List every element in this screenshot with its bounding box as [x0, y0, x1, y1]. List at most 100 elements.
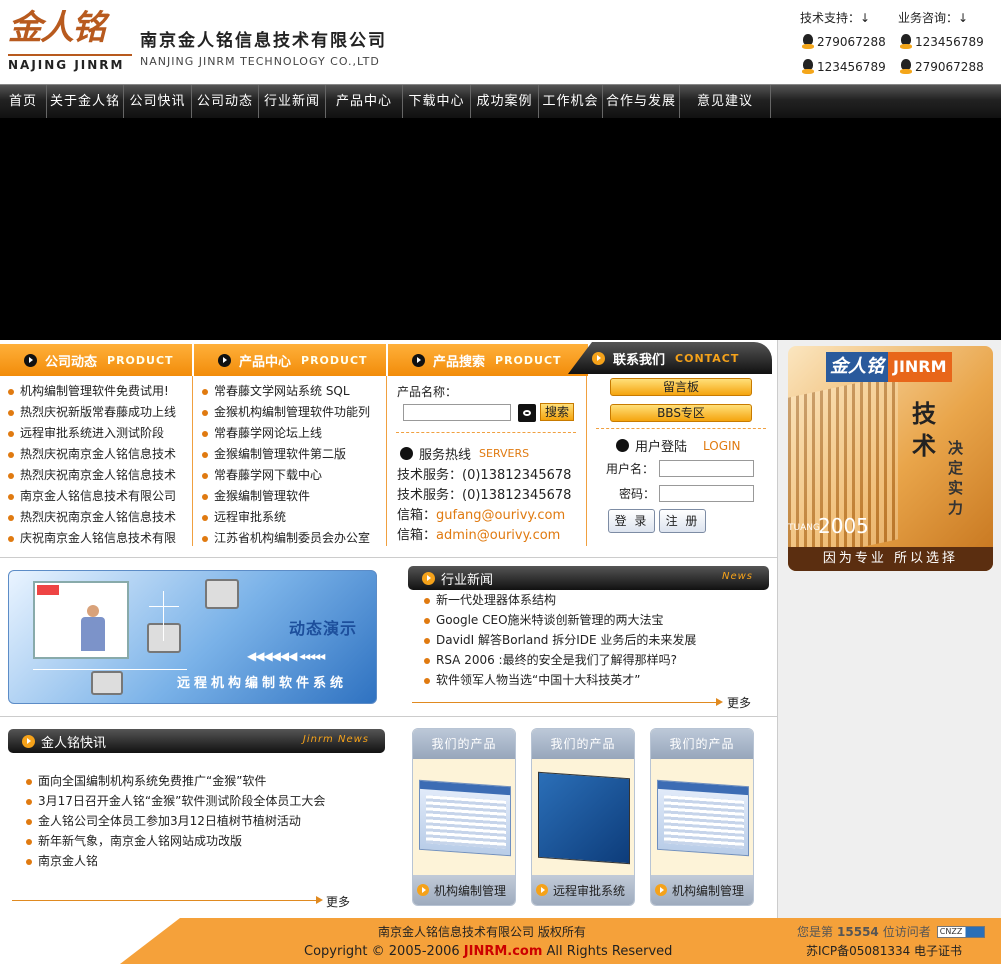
list-item[interactable]: 新年新气象，南京金人铭网站成功改版	[24, 831, 384, 851]
arrow-icon	[400, 447, 413, 460]
tech-support-label: 技术支持：↓	[800, 10, 871, 25]
product-name: 远程审批系统	[553, 883, 626, 898]
list-item[interactable]: 金猴编制管理软件第二版	[200, 444, 386, 465]
list-item[interactable]: Google CEO施米特谈创新管理的两大法宝	[422, 610, 772, 630]
ad-banner[interactable]: 金人铭 JINRM 技术 决定实力 TUANG 2005 因为专业 所以选择	[788, 346, 993, 571]
product-card-header: 我们的产品	[651, 729, 753, 759]
presenter-image	[79, 605, 109, 655]
search-icon	[523, 410, 531, 416]
login-title: 用户登陆 LOGIN	[616, 436, 741, 455]
register-button[interactable]: 注 册	[659, 509, 706, 533]
industry-news-more-link[interactable]: 更多	[727, 694, 751, 711]
list-item[interactable]: 3月17日召开金人铭“金猴”软件测试阶段全体员工大会	[24, 791, 384, 811]
divider	[0, 716, 777, 717]
divider	[0, 557, 777, 558]
footer-brand-link[interactable]: JINRM.com	[464, 944, 543, 959]
username-label: 用户名：	[606, 462, 655, 476]
qq-link[interactable]: 279067288	[800, 34, 898, 50]
product-card-header: 我们的产品	[532, 729, 634, 759]
list-item[interactable]: 热烈庆祝南京金人铭信息技术	[6, 465, 192, 486]
list-item[interactable]: RSA 2006 :最终的安全是我们了解得那样吗?	[422, 650, 772, 670]
device-image	[91, 671, 123, 695]
nav-jobs[interactable]: 工作机会	[539, 85, 603, 119]
divider	[12, 900, 316, 901]
nav-products[interactable]: 产品中心	[326, 85, 403, 119]
arrow-icon	[716, 698, 723, 706]
demo-title: 动态演示	[289, 619, 358, 638]
list-item[interactable]: 远程审批系统进入测试阶段	[6, 423, 192, 444]
arrow-icon	[218, 353, 231, 367]
list-item[interactable]: 金猴机构编制管理软件功能列	[200, 402, 386, 423]
logo-en: NAJING JINRM	[8, 54, 132, 72]
ad-subline: 决定实力	[948, 439, 964, 517]
nav-industry-news[interactable]: 行业新闻	[259, 85, 326, 119]
list-item[interactable]: 常春藤学网论坛上线	[200, 423, 386, 444]
divider	[412, 702, 716, 703]
search-go-button[interactable]	[518, 404, 536, 422]
list-item[interactable]: 软件领军人物当选“中国十大科技英才”	[422, 670, 772, 690]
product-card[interactable]: 我们的产品 远程审批系统	[531, 728, 635, 906]
bbs-button[interactable]: BBS专区	[610, 404, 752, 422]
list-item[interactable]: 南京金人铭	[24, 851, 384, 871]
qq-link[interactable]: 123456789	[800, 59, 898, 75]
company-name-cn: 南京金人铭信息技术有限公司	[140, 31, 387, 51]
login-button[interactable]: 登 录	[608, 509, 655, 533]
nav-about[interactable]: 关于金人铭	[47, 85, 124, 119]
list-item[interactable]: 金猴编制管理软件	[200, 486, 386, 507]
nav-flash[interactable]: 公司快讯	[124, 85, 192, 119]
qq-penguin-icon	[898, 34, 914, 50]
password-label: 密码：	[619, 487, 656, 501]
arrow-icon	[24, 353, 37, 367]
list-item[interactable]: DavidI 解答Borland 拆分IDE 业务后的未来发展	[422, 630, 772, 650]
nav-feedback[interactable]: 意见建议	[680, 85, 771, 119]
product-card[interactable]: 我们的产品 机构编制管理	[650, 728, 754, 906]
product-search-input[interactable]	[403, 404, 511, 421]
email-link[interactable]: gufang@ourivy.com	[436, 508, 565, 523]
list-item[interactable]: 新一代处理器体系结构	[422, 590, 772, 610]
list-item[interactable]: 机构编制管理软件免费试用!	[6, 381, 192, 402]
site-footer: 南京金人铭信息技术有限公司 版权所有 Copyright © 2005-2006…	[0, 918, 1001, 964]
visitor-counter: 您是第 15554 位访问者 CNZZ	[797, 923, 985, 940]
search-button[interactable]: 搜索	[540, 403, 574, 421]
section-search-header: 产品搜索 PRODUCT	[388, 344, 588, 376]
email-link[interactable]: admin@ourivy.com	[436, 528, 560, 543]
list-item[interactable]: 常春藤学网下载中心	[200, 465, 386, 486]
list-item[interactable]: 热烈庆祝南京金人铭信息技术	[6, 507, 192, 528]
product-card-footer: 机构编制管理	[413, 875, 515, 905]
list-item[interactable]: 庆祝南京金人铭信息技术有限	[6, 528, 192, 549]
footer-copyright-en: Copyright © 2005-2006 JINRM.com All Righ…	[304, 944, 673, 959]
nav-home[interactable]: 首页	[0, 85, 47, 119]
section-title: 公司动态	[45, 354, 98, 370]
section-title-en: CONTACT	[675, 351, 740, 365]
list-item[interactable]: 热烈庆祝新版常春藤成功上线	[6, 402, 192, 423]
qq-link[interactable]: 279067288	[898, 59, 996, 75]
demo-banner[interactable]: 动态演示 ◀◀◀◀◀◀ ◂◂◂◂◂ 远程机构编制软件系统	[8, 570, 377, 704]
nav-cooperation[interactable]: 合作与发展	[603, 85, 680, 119]
company-news-list: 机构编制管理软件免费试用! 热烈庆祝新版常春藤成功上线 远程审批系统进入测试阶段…	[6, 381, 192, 549]
username-input[interactable]	[659, 460, 754, 477]
section-title: 联系我们	[613, 352, 666, 368]
nav-cases[interactable]: 成功案例	[471, 85, 539, 119]
nav-downloads[interactable]: 下载中心	[403, 85, 471, 119]
product-card[interactable]: 我们的产品 机构编制管理	[412, 728, 516, 906]
qq-link[interactable]: 123456789	[898, 34, 996, 50]
flash-news-more-link[interactable]: 更多	[326, 893, 350, 910]
qq-penguin-icon	[800, 34, 816, 50]
list-item[interactable]: 面向全国编制机构系统免费推广“金猴”软件	[24, 771, 384, 791]
industry-news-header: 行业新闻 News	[408, 566, 769, 590]
nav-company-news[interactable]: 公司动态	[192, 85, 259, 119]
list-item[interactable]: 远程审批系统	[200, 507, 386, 528]
list-item[interactable]: 南京金人铭信息技术有限公司	[6, 486, 192, 507]
guestbook-button[interactable]: 留言板	[610, 378, 752, 396]
divider	[396, 432, 576, 433]
industry-news-list: 新一代处理器体系结构 Google CEO施米特谈创新管理的两大法宝 David…	[422, 590, 772, 690]
list-item[interactable]: 江苏省机构编制委员会办公室	[200, 528, 386, 549]
cnzz-badge[interactable]: CNZZ	[936, 925, 985, 938]
list-item[interactable]: 热烈庆祝南京金人铭信息技术	[6, 444, 192, 465]
logo[interactable]: 金人铭 NAJING JINRM	[8, 8, 132, 72]
arrow-icon	[616, 439, 629, 452]
password-input[interactable]	[659, 485, 754, 502]
list-item[interactable]: 常春藤文学网站系统 SQL	[200, 381, 386, 402]
list-item[interactable]: 金人铭公司全体员工参加3月12日植树节植树活动	[24, 811, 384, 831]
icp-link[interactable]: 苏ICP备05081334 电子证书	[806, 942, 962, 959]
